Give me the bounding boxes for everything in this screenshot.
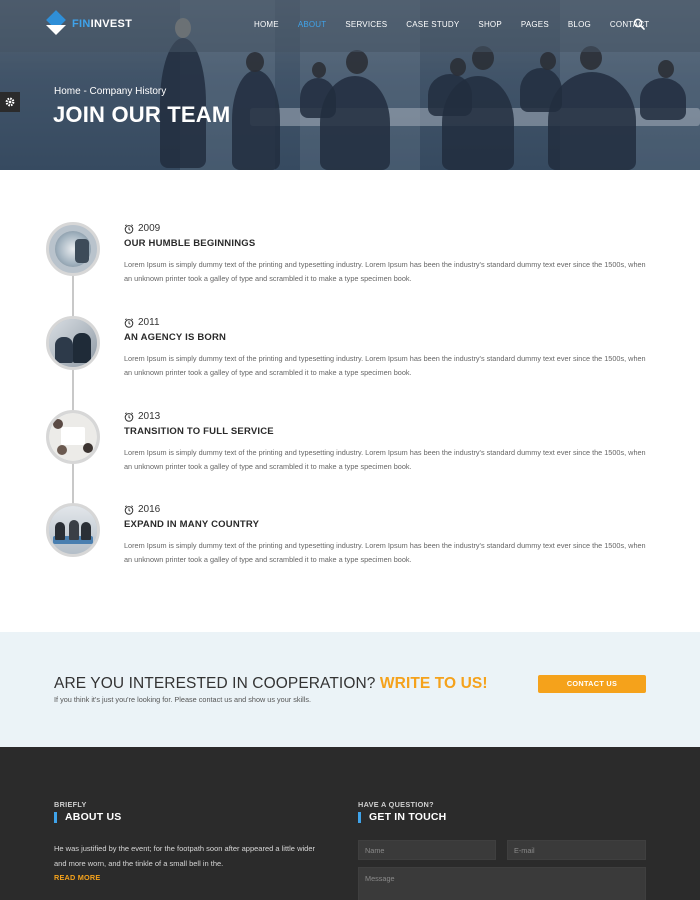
timeline-text: Lorem Ipsum is simply dummy text of the … <box>124 260 646 283</box>
timeline-year: 2011 <box>124 317 160 328</box>
nav-item-shop[interactable]: SHOP <box>478 20 501 29</box>
company-history-timeline: 2009 OUR HUMBLE BEGINNINGS Lorem Ipsum i… <box>0 170 700 632</box>
logo-icon <box>46 10 66 35</box>
read-more-link[interactable]: READ MORE <box>54 873 100 882</box>
about-kicker: BRIEFLY <box>54 800 87 809</box>
hero-banner: FININVEST HOME ABOUT SERVICES CASE STUDY… <box>0 0 700 170</box>
nav-item-pages[interactable]: PAGES <box>521 20 549 29</box>
timeline-text: Lorem Ipsum is simply dummy text of the … <box>124 354 646 377</box>
clock-icon <box>124 504 134 515</box>
search-icon[interactable] <box>633 18 645 30</box>
timeline-item: 2016 EXPAND IN MANY COUNTRY Lorem Ipsum … <box>0 503 700 593</box>
timeline-year: 2009 <box>124 223 160 234</box>
timeline-thumbnail <box>46 503 100 557</box>
timeline-item: 2013 TRANSITION TO FULL SERVICE Lorem Ip… <box>0 410 700 500</box>
timeline-title: TRANSITION TO FULL SERVICE <box>124 426 274 437</box>
nav-item-blog[interactable]: BLOG <box>568 20 591 29</box>
main-nav: HOME ABOUT SERVICES CASE STUDY SHOP PAGE… <box>254 20 668 29</box>
about-title: ABOUT US <box>54 812 121 823</box>
message-field[interactable] <box>358 867 646 900</box>
settings-tab[interactable] <box>0 92 20 112</box>
breadcrumb[interactable]: Home - Company History <box>54 86 166 97</box>
timeline-thumbnail <box>46 410 100 464</box>
logo[interactable]: FININVEST <box>46 10 133 35</box>
nav-item-services[interactable]: SERVICES <box>345 20 387 29</box>
contact-kicker: HAVE A QUESTION? <box>358 800 434 809</box>
email-field[interactable] <box>507 840 646 860</box>
contact-us-button[interactable]: CONTACT US <box>538 675 646 693</box>
nav-item-case-study[interactable]: CASE STUDY <box>406 20 459 29</box>
cta-heading-accent: WRITE TO US! <box>379 675 488 692</box>
page-title: JOIN OUR TEAM <box>53 102 231 127</box>
cta-heading: ARE YOU INTERESTED IN COOPERATION? WRITE… <box>54 675 488 692</box>
top-navbar: FININVEST HOME ABOUT SERVICES CASE STUDY… <box>0 0 700 52</box>
nav-item-about[interactable]: ABOUT <box>298 20 327 29</box>
gear-icon <box>5 97 15 107</box>
footer: BRIEFLY ABOUT US He was justified by the… <box>0 747 700 900</box>
name-field[interactable] <box>358 840 496 860</box>
cooperation-cta: ARE YOU INTERESTED IN COOPERATION? WRITE… <box>0 632 700 747</box>
timeline-title: AN AGENCY IS BORN <box>124 332 227 343</box>
timeline-title: EXPAND IN MANY COUNTRY <box>124 519 260 530</box>
timeline-text: Lorem Ipsum is simply dummy text of the … <box>124 541 646 564</box>
logo-text: FININVEST <box>72 18 133 30</box>
timeline-thumbnail <box>46 222 100 276</box>
timeline-title: OUR HUMBLE BEGINNINGS <box>124 238 256 249</box>
nav-item-home[interactable]: HOME <box>254 20 279 29</box>
clock-icon <box>124 223 134 234</box>
cta-subtext: If you think it's just you're looking fo… <box>54 695 312 704</box>
timeline-year: 2016 <box>124 504 160 515</box>
timeline-text: Lorem Ipsum is simply dummy text of the … <box>124 448 646 471</box>
timeline-thumbnail <box>46 316 100 370</box>
timeline-item: 2011 AN AGENCY IS BORN Lorem Ipsum is si… <box>0 316 700 406</box>
clock-icon <box>124 411 134 422</box>
contact-title: GET IN TOUCH <box>358 812 446 823</box>
timeline-item: 2009 OUR HUMBLE BEGINNINGS Lorem Ipsum i… <box>0 222 700 312</box>
timeline-year: 2013 <box>124 411 160 422</box>
clock-icon <box>124 317 134 328</box>
about-text: He was justified by the event; for the f… <box>54 844 315 868</box>
